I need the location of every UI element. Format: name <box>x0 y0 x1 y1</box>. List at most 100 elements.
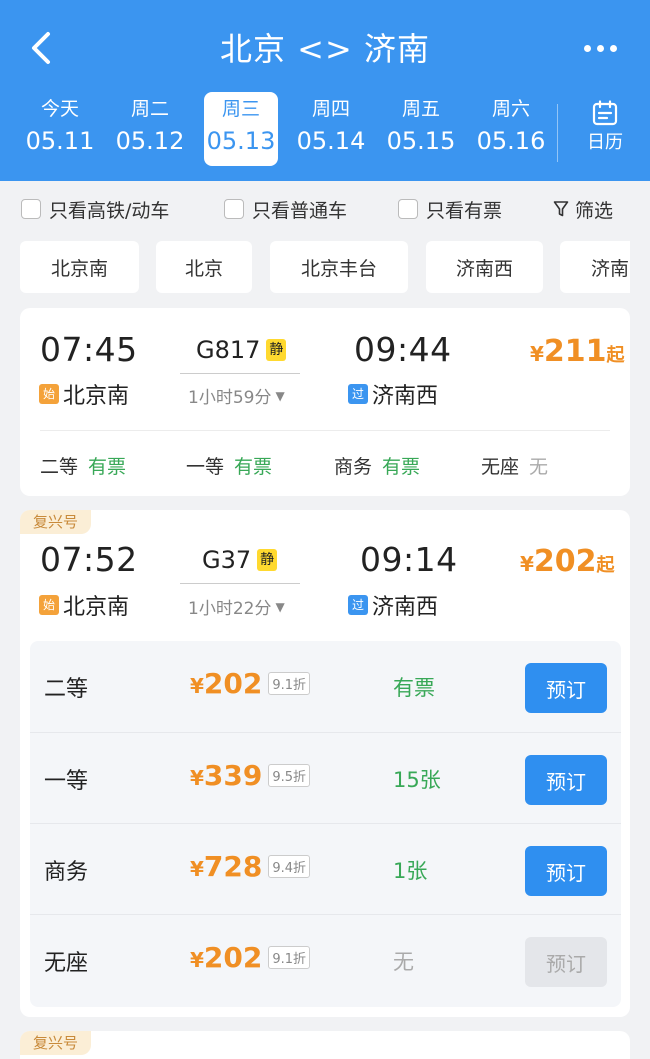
arrive-time: 09:44 <box>354 330 452 369</box>
seat-status: 有票 <box>393 676 435 700</box>
book-button[interactable]: 预订 <box>525 846 607 896</box>
filter-label: 只看高铁/动车 <box>49 199 170 222</box>
duration-toggle[interactable]: 1小时59分 ▼ <box>188 383 285 408</box>
date-tab-0[interactable]: 今天 05.11 <box>23 92 97 166</box>
train-card-expanded[interactable]: 复兴号 07:52 始 北京南 G37 静 1小时22分 ▼ 09:14 过 济… <box>20 510 630 1017</box>
seat-class: 商务 <box>44 860 89 885</box>
train-number-text: G817 <box>196 336 261 364</box>
page-title: 北京 <> 济南 <box>220 30 430 68</box>
checkbox[interactable] <box>398 199 418 219</box>
date-tab-1[interactable]: 周二 05.12 <box>113 92 187 166</box>
seat-price: ¥728 9.4折 <box>190 850 311 883</box>
date-tab-date: 05.15 <box>386 127 456 155</box>
depart-station-name: 北京南 <box>63 384 130 409</box>
arrive-station-name: 济南西 <box>372 595 439 620</box>
min-price: ¥202起 <box>520 544 615 579</box>
date-tab-date: 05.12 <box>115 127 185 155</box>
date-tab-date: 05.13 <box>206 127 276 155</box>
funnel-icon <box>553 201 569 217</box>
filter-label: 只看普通车 <box>252 199 348 222</box>
filter-available[interactable]: 只看有票 <box>398 197 503 222</box>
seat-status: 1张 <box>393 859 428 883</box>
book-button[interactable]: 预订 <box>525 755 607 805</box>
train-number: G817 静 <box>196 336 287 364</box>
price-amount: 202 <box>533 544 597 579</box>
date-tab-4[interactable]: 周五 05.15 <box>384 92 458 166</box>
date-tab-weekday: 周二 <box>130 98 169 120</box>
filter-label: 只看有票 <box>426 199 503 222</box>
date-tab-date: 05.16 <box>476 127 546 155</box>
filter-bar: 只看高铁/动车 只看普通车 只看有票 筛选 <box>0 181 650 235</box>
yen-sign: ¥ <box>190 857 204 881</box>
duration-text: 1小时59分 <box>188 388 272 408</box>
discount-badge: 9.5折 <box>268 764 311 787</box>
depart-station: 始 北京南 <box>39 378 129 410</box>
seat-price: ¥202 9.1折 <box>190 941 311 974</box>
yen-sign: ¥ <box>520 552 534 576</box>
date-tab-date: 05.11 <box>25 127 95 155</box>
filter-high-speed[interactable]: 只看高铁/动车 <box>21 197 170 222</box>
route-line <box>180 583 300 584</box>
calendar-button[interactable]: 日历 <box>575 98 635 164</box>
yen-sign: ¥ <box>530 342 544 366</box>
more-icon[interactable] <box>584 34 624 62</box>
filter-normal[interactable]: 只看普通车 <box>224 197 348 222</box>
fuxing-tag: 复兴号 <box>20 1031 92 1055</box>
pass-mark: 过 <box>348 595 368 615</box>
station-chip[interactable]: 北京南 <box>20 241 139 293</box>
station-chip[interactable]: 济南西 <box>426 241 543 293</box>
header-bar: 北京 <> 济南 今天 05.11 周二 05.12 周三 05.13 周四 0… <box>0 0 650 181</box>
station-chip[interactable]: 济南 <box>560 241 630 293</box>
seat-status: 无 <box>393 950 414 974</box>
price-amount: 211 <box>543 334 607 369</box>
price-suffix: 起 <box>596 555 615 576</box>
checkbox[interactable] <box>21 199 41 219</box>
station-chips: 北京南 北京 北京丰台 济南西 济南 <box>20 241 630 295</box>
date-tab-weekday: 周六 <box>491 98 530 120</box>
depart-station: 始 北京南 <box>39 589 129 621</box>
seat-price: ¥339 9.5折 <box>190 759 311 792</box>
seat-summary: 商务 有票 <box>334 452 420 479</box>
book-button-disabled: 预订 <box>525 937 607 987</box>
seat-summary: 二等 有票 <box>40 452 126 479</box>
seat-detail-panel: 二等 ¥202 9.1折 有票 预订 一等 ¥339 9.5折 15张 预订 商… <box>30 641 621 1007</box>
station-chip[interactable]: 北京丰台 <box>270 241 408 293</box>
yen-sign: ¥ <box>190 948 204 972</box>
caret-down-icon: ▼ <box>275 599 285 614</box>
arrive-time: 09:14 <box>360 540 458 579</box>
filter-button[interactable]: 筛选 <box>553 197 614 222</box>
discount-badge: 9.1折 <box>268 946 311 969</box>
pass-mark: 过 <box>348 384 368 404</box>
yen-sign: ¥ <box>190 674 204 698</box>
calendar-icon <box>592 100 618 126</box>
duration-toggle[interactable]: 1小时22分 ▼ <box>188 594 285 619</box>
min-price: ¥211起 <box>530 334 625 369</box>
seat-status: 有票 <box>382 456 421 478</box>
train-number: G37 静 <box>202 546 278 574</box>
fuxing-tag: 复兴号 <box>20 510 92 534</box>
seat-status: 有票 <box>88 456 127 478</box>
arrive-station: 过 济南西 <box>348 378 438 410</box>
price-amount: 202 <box>203 667 263 700</box>
date-tab-5[interactable]: 周六 05.16 <box>474 92 548 166</box>
checkbox[interactable] <box>224 199 244 219</box>
filter-label: 筛选 <box>575 199 614 222</box>
seat-row: 一等 ¥339 9.5折 15张 预订 <box>30 732 621 823</box>
seat-status: 无 <box>529 456 549 478</box>
train-card[interactable]: 07:45 始 北京南 G817 静 1小时59分 ▼ 09:44 过 济南西 … <box>20 308 630 496</box>
date-tab-2-selected[interactable]: 周三 05.13 <box>204 92 278 166</box>
duration-text: 1小时22分 <box>188 599 272 619</box>
price-amount: 339 <box>203 759 263 792</box>
date-tab-3[interactable]: 周四 05.14 <box>294 92 368 166</box>
seat-class: 商务 <box>334 456 373 478</box>
seat-summary: 无座 无 <box>481 452 548 479</box>
train-card[interactable]: 复兴号 <box>20 1031 630 1059</box>
book-button[interactable]: 预订 <box>525 663 607 713</box>
date-tab-weekday: 周三 <box>221 98 260 120</box>
arrive-station: 过 济南西 <box>348 589 438 621</box>
date-tab-weekday: 今天 <box>40 98 79 120</box>
station-chip[interactable]: 北京 <box>156 241 252 293</box>
depart-station-name: 北京南 <box>63 595 130 620</box>
seat-status: 15张 <box>393 768 441 792</box>
train-number-text: G37 <box>202 546 252 574</box>
